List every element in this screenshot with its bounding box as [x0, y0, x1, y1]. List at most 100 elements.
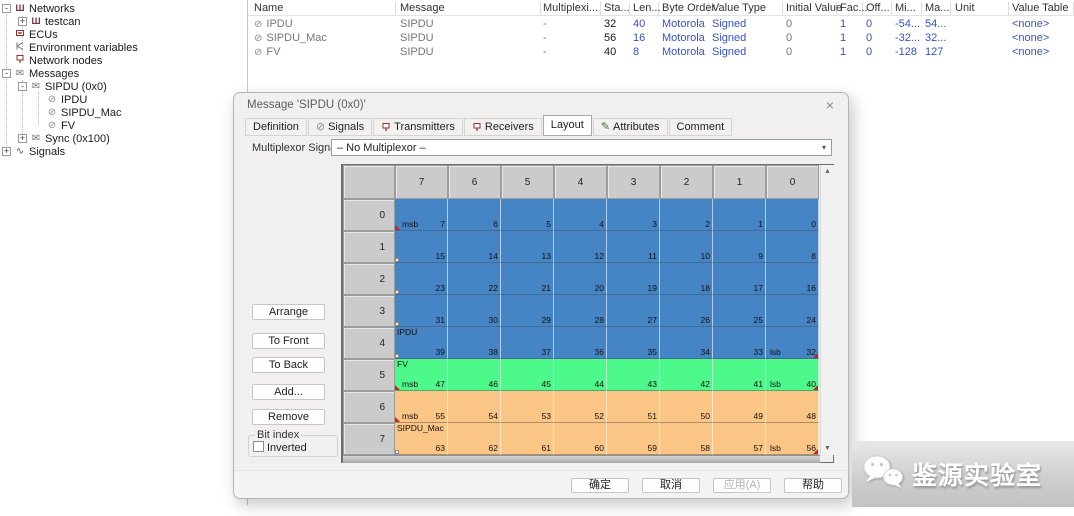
grid-cell-bit-20[interactable]: 20: [554, 263, 607, 295]
grid-cell-bit-19[interactable]: 19: [607, 263, 660, 295]
grid-cell-bit-3[interactable]: 3: [607, 199, 660, 231]
grid-cell-bit-41[interactable]: 41: [713, 359, 766, 391]
grid-cell-bit-44[interactable]: 44: [554, 359, 607, 391]
grid-cell-bit-54[interactable]: 54: [448, 391, 501, 423]
grid-cell-bit-30[interactable]: 30: [448, 295, 501, 327]
grid-cell-bit-53[interactable]: 53: [501, 391, 554, 423]
expander-icon[interactable]: +: [18, 134, 27, 143]
col-header-name[interactable]: Name: [254, 2, 396, 15]
grid-cell-bit-63[interactable]: 63SIPDU_Mac: [395, 423, 448, 455]
grid-cell-bit-31[interactable]: 31: [395, 295, 448, 327]
to-back-button[interactable]: To Back: [252, 357, 325, 373]
grid-cell-bit-36[interactable]: 36: [554, 327, 607, 359]
table-row-ipdu[interactable]: ⊘IPDUSIPDU-3240MotorolaSigned010-54...54…: [248, 17, 1074, 31]
grid-cell-bit-13[interactable]: 13: [501, 231, 554, 263]
grid-cell-bit-24[interactable]: 24: [766, 295, 819, 327]
multiplexor-select[interactable]: – No Multiplexor – ▾: [331, 139, 832, 156]
grid-cell-bit-27[interactable]: 27: [607, 295, 660, 327]
grid-cell-bit-26[interactable]: 26: [660, 295, 713, 327]
col-header-message[interactable]: Message: [400, 2, 541, 15]
expander-icon[interactable]: +: [18, 17, 27, 26]
grid-cell-bit-32[interactable]: 32lsb: [766, 327, 819, 359]
remove-button[interactable]: Remove: [252, 409, 325, 425]
grid-cell-bit-1[interactable]: 1: [713, 199, 766, 231]
grid-cell-bit-4[interactable]: 4: [554, 199, 607, 231]
expander-icon[interactable]: -: [2, 4, 11, 13]
tab-receivers[interactable]: Receivers: [464, 118, 542, 136]
tree-item-signals[interactable]: +∿Signals: [0, 145, 245, 158]
col-header-max[interactable]: Ma...: [925, 2, 951, 15]
grid-cell-bit-61[interactable]: 61: [501, 423, 554, 455]
grid-cell-bit-22[interactable]: 22: [448, 263, 501, 295]
grid-cell-bit-29[interactable]: 29: [501, 295, 554, 327]
col-header-initial_value[interactable]: Initial Value: [786, 2, 837, 15]
grid-cell-bit-34[interactable]: 34: [660, 327, 713, 359]
tree-item-ipdu[interactable]: ⊘IPDU: [0, 93, 245, 106]
grid-cell-bit-45[interactable]: 45: [501, 359, 554, 391]
grid-cell-bit-49[interactable]: 49: [713, 391, 766, 423]
grid-cell-bit-42[interactable]: 42: [660, 359, 713, 391]
grid-cell-bit-50[interactable]: 50: [660, 391, 713, 423]
tree-item-networks[interactable]: -ШNetworks: [0, 2, 245, 15]
tree-item-ecus[interactable]: ECUs: [0, 28, 245, 41]
table-row-fv[interactable]: ⊘FVSIPDU-408MotorolaSigned010-128127<non…: [248, 45, 1074, 59]
grid-cell-bit-15[interactable]: 15: [395, 231, 448, 263]
grid-cell-bit-57[interactable]: 57: [713, 423, 766, 455]
col-header-byte_order[interactable]: Byte Order: [662, 2, 709, 15]
col-header-start[interactable]: Sta...: [604, 2, 630, 15]
grid-cell-bit-11[interactable]: 11: [607, 231, 660, 263]
grid-cell-bit-46[interactable]: 46: [448, 359, 501, 391]
tab-comment[interactable]: Comment: [669, 118, 733, 136]
col-header-unit[interactable]: Unit: [955, 2, 1009, 15]
help-button[interactable]: 帮助: [784, 478, 842, 493]
cancel-button[interactable]: 取消: [642, 478, 700, 493]
grid-cell-bit-33[interactable]: 33: [713, 327, 766, 359]
expander-icon[interactable]: -: [18, 82, 27, 91]
grid-cell-bit-62[interactable]: 62: [448, 423, 501, 455]
tab-signals[interactable]: ⊘Signals: [308, 118, 372, 136]
col-header-min[interactable]: Mi...: [895, 2, 922, 15]
grid-cell-bit-23[interactable]: 23: [395, 263, 448, 295]
inverted-checkbox[interactable]: [253, 441, 264, 452]
tree-item-fv[interactable]: ⊘FV: [0, 119, 245, 132]
to-front-button[interactable]: To Front: [252, 333, 325, 349]
grid-cell-bit-12[interactable]: 12: [554, 231, 607, 263]
grid-cell-bit-43[interactable]: 43: [607, 359, 660, 391]
tree-item-testcan[interactable]: +Шtestcan: [0, 15, 245, 28]
grid-cell-bit-6[interactable]: 6: [448, 199, 501, 231]
grid-cell-bit-37[interactable]: 37: [501, 327, 554, 359]
grid-cell-bit-35[interactable]: 35: [607, 327, 660, 359]
grid-cell-bit-5[interactable]: 5: [501, 199, 554, 231]
tree-item-sipdu-mac[interactable]: ⊘SIPDU_Mac: [0, 106, 245, 119]
grid-cell-bit-21[interactable]: 21: [501, 263, 554, 295]
tree-item-sync-0x100[interactable]: +✉Sync (0x100): [0, 132, 245, 145]
grid-cell-bit-56[interactable]: 56lsb: [766, 423, 819, 455]
grid-cell-bit-59[interactable]: 59: [607, 423, 660, 455]
ok-button[interactable]: 确定: [571, 478, 629, 493]
grid-cell-bit-14[interactable]: 14: [448, 231, 501, 263]
grid-cell-bit-28[interactable]: 28: [554, 295, 607, 327]
grid-cell-bit-55[interactable]: 55msb: [395, 391, 448, 423]
grid-cell-bit-18[interactable]: 18: [660, 263, 713, 295]
col-header-multiplexing[interactable]: Multiplexi...: [543, 2, 601, 15]
grid-scrollbar[interactable]: ▲▼: [820, 165, 834, 455]
tree-item-messages[interactable]: -✉Messages: [0, 67, 245, 80]
tab-transmitters[interactable]: Transmitters: [373, 118, 463, 136]
col-header-value_table[interactable]: Value Table: [1012, 2, 1074, 15]
grid-cell-bit-47[interactable]: 47FVmsb: [395, 359, 448, 391]
tree-item-network-nodes[interactable]: Network nodes: [0, 54, 245, 67]
tree-item-sipdu-0x0[interactable]: -✉SIPDU (0x0): [0, 80, 245, 93]
grid-cell-bit-60[interactable]: 60: [554, 423, 607, 455]
grid-cell-bit-7[interactable]: 7msb: [395, 199, 448, 231]
tab-attributes[interactable]: ✎Attributes: [593, 118, 668, 136]
col-header-length[interactable]: Len...: [633, 2, 659, 15]
col-header-offset[interactable]: Off...: [866, 2, 892, 15]
tab-layout[interactable]: Layout: [543, 115, 592, 136]
expander-icon[interactable]: -: [2, 69, 11, 78]
grid-cell-bit-58[interactable]: 58: [660, 423, 713, 455]
grid-cell-bit-16[interactable]: 16: [766, 263, 819, 295]
tab-definition[interactable]: Definition: [245, 118, 307, 136]
grid-cell-bit-52[interactable]: 52: [554, 391, 607, 423]
add-button[interactable]: Add...: [252, 384, 325, 400]
close-icon[interactable]: ×: [826, 97, 834, 113]
